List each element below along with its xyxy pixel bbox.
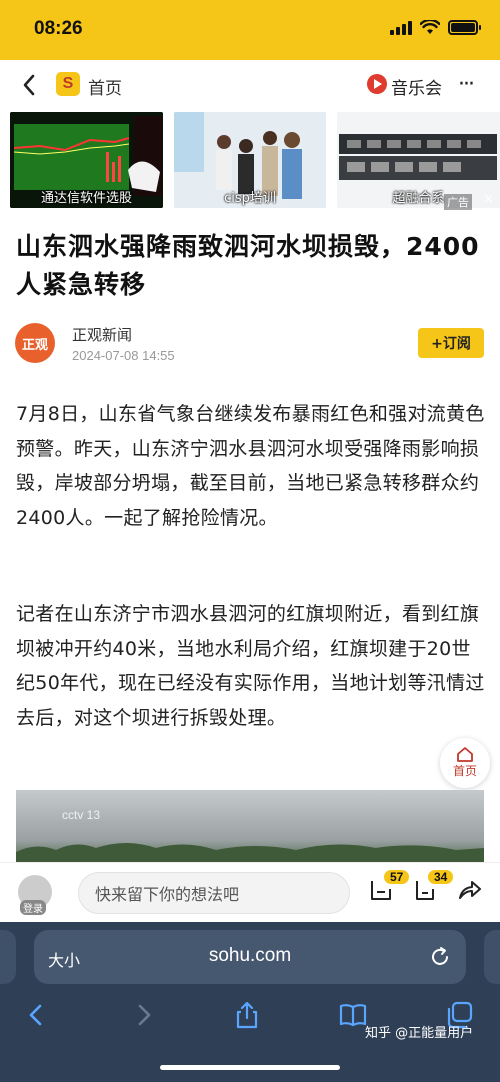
- author-avatar[interactable]: 正观: [15, 323, 55, 363]
- share-arrow-icon: [459, 881, 481, 899]
- comment-input[interactable]: 快来留下你的想法吧: [78, 872, 350, 914]
- url-text[interactable]: sohu.com: [34, 945, 466, 967]
- like-count-badge: 34: [428, 870, 454, 884]
- article-paragraph: 7月8日，山东省气象台继续发布暴雨红色和强对流黄色预警。昨天，山东济宁泗水县泗河…: [16, 403, 485, 529]
- comments-button[interactable]: 57: [368, 870, 410, 907]
- forward-arrow-icon[interactable]: [128, 1000, 158, 1030]
- ad-tile-stock[interactable]: 通达信软件选股: [10, 112, 163, 208]
- wifi-icon: [420, 20, 440, 34]
- ad-tile-training[interactable]: cisp培训: [174, 112, 326, 208]
- ad-caption: 超融合系: [392, 191, 445, 206]
- ad-caption: cisp培训: [224, 191, 276, 206]
- watermark-text: 知乎 @正能量用户: [365, 1026, 474, 1041]
- like-button[interactable]: 34: [412, 870, 454, 907]
- ad-caption: 通达信软件选股: [40, 191, 132, 206]
- ad-tile-server[interactable]: 超融合系: [337, 112, 500, 208]
- music-play-icon[interactable]: [367, 74, 387, 94]
- back-button[interactable]: [14, 70, 44, 100]
- status-bar: 08:26: [0, 0, 500, 60]
- article-paragraph: 记者在山东济宁市泗水县泗河的红旗坝附近，看到红旗坝被冲开约40米，当地水利局介绍…: [16, 603, 485, 729]
- top-nav: S 首页 音乐会 ···: [0, 60, 500, 110]
- status-icons: [390, 20, 481, 35]
- article-title: 山东泗水强降雨致泗河水坝损毁，2400人紧急转移: [16, 232, 480, 299]
- address-bar[interactable]: 大小 sohu.com: [34, 930, 466, 984]
- float-home-label: 首页: [452, 764, 477, 778]
- chevron-left-icon: [23, 74, 35, 96]
- home-link[interactable]: 首页: [88, 74, 122, 99]
- next-tab-peek[interactable]: [484, 930, 500, 984]
- prev-tab-peek[interactable]: [0, 930, 16, 984]
- signal-icon: [390, 20, 412, 35]
- subscribe-button[interactable]: +订阅: [418, 328, 484, 358]
- more-button[interactable]: ···: [458, 72, 475, 97]
- home-indicator: [160, 1065, 340, 1070]
- comment-count-badge: 57: [384, 870, 410, 884]
- share-button[interactable]: [456, 877, 486, 907]
- back-arrow-icon[interactable]: [22, 1000, 52, 1030]
- browser-toolbar: 大小 sohu.com 知乎 @正能量用户: [0, 922, 500, 1082]
- bookmarks-icon[interactable]: [338, 1000, 368, 1030]
- video-thumbnail[interactable]: cctv 13: [16, 790, 484, 862]
- login-label[interactable]: 登录: [20, 900, 46, 915]
- share-icon[interactable]: [232, 1000, 262, 1030]
- status-time: 08:26: [34, 18, 83, 39]
- battery-icon: [448, 20, 481, 35]
- ad-close-icon[interactable]: ×: [483, 192, 494, 207]
- music-link[interactable]: 音乐会: [391, 74, 442, 99]
- comment-bar: 登录 快来留下你的想法吧 57 34: [0, 862, 500, 922]
- sohu-logo-icon[interactable]: S: [56, 72, 80, 96]
- ad-badge: 广告: [444, 194, 472, 210]
- reload-icon[interactable]: [428, 945, 452, 969]
- trees-image: [16, 843, 484, 862]
- publish-time: 2024-07-08 14:55: [72, 348, 175, 363]
- author-name[interactable]: 正观新闻: [72, 324, 132, 345]
- ad-strip: 通达信软件选股 cisp培训 超融合系 广告 ×: [0, 110, 500, 210]
- float-home-button[interactable]: 首页: [440, 738, 490, 788]
- home-icon: [457, 747, 473, 762]
